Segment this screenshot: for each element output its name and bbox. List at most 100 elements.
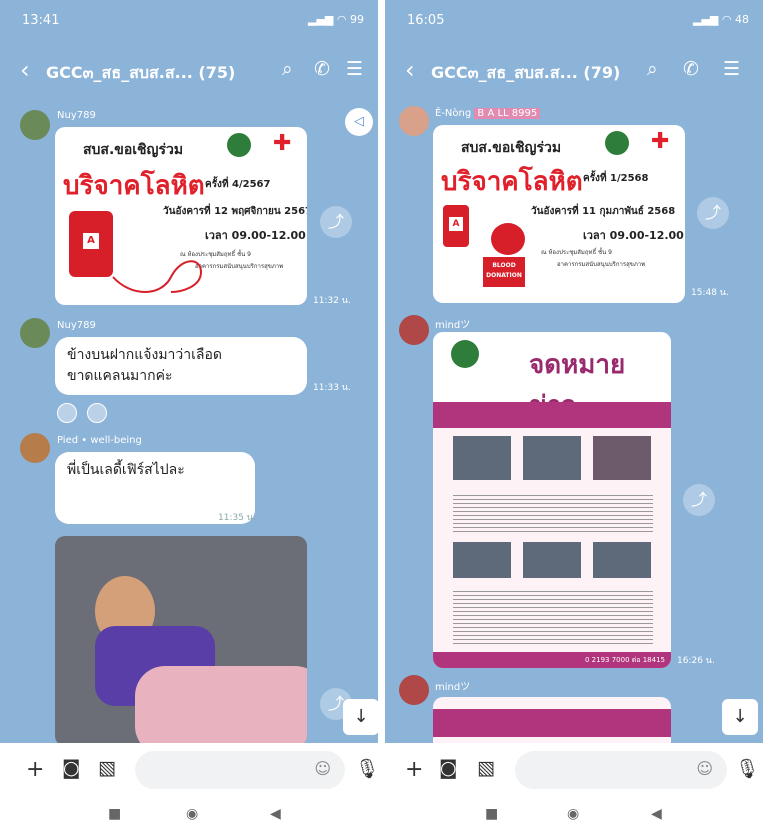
battery-level: 48 [735,13,749,26]
search-icon[interactable]: ⌕ [282,58,293,80]
timestamp: 11:33 น. [313,383,351,393]
timestamp: 11:35 น. [218,513,256,523]
message-text: ขาดแคลนมากค่ะ [67,368,173,384]
newsletter-poster[interactable] [433,697,671,743]
ministry-logo-icon [605,131,629,155]
recents-icon[interactable]: ■ [108,806,121,822]
status-bar: 16:05 ▂▄▆ ◠ 48 [385,0,763,44]
mic-icon[interactable]: 🎙︎ [735,757,759,780]
menu-icon[interactable]: ☰ [723,58,740,80]
newsletter-photo [523,542,581,578]
search-icon[interactable]: ⌕ [647,58,658,80]
image-icon[interactable]: ▧ [477,757,495,779]
chat-title[interactable]: GCC๓_สธ_สบส.ส... (75) [46,61,235,86]
newsletter-phone: 0 2193 7000 ต่อ 18415 [584,656,665,664]
sender-name: Nuy789 [57,110,96,121]
blood-bag-icon: A [69,211,113,277]
poster-date: วันอังคารที่ 12 พฤศจิกายน 2567 [163,206,307,217]
sender-name: Ê-Nòng [435,108,472,119]
newsletter-banner [433,402,671,428]
back-icon[interactable]: ‹ [20,56,30,84]
reaction-smile-icon[interactable] [57,403,77,423]
heart-tube-icon [112,260,203,293]
scroll-down-button[interactable]: ↓ [722,699,758,735]
message-bubble[interactable]: ข้างบนฝากแจ้งมาว่าเลือด ขาดแคลนมากค่ะ [55,337,307,395]
blood-donation-poster[interactable]: สบส.ขอเชิญร่วม ✚ บริจาคโลหิต ครั้งที่ 4/… [55,127,307,305]
newsletter-banner [433,709,671,737]
poster-venue: ณ ห้องประชุมสัมฤทธิ์ ชั้น 9 [541,249,612,256]
ministry-logo-icon [227,133,251,157]
message-input[interactable]: ☺ [135,751,345,789]
timestamp: 11:32 น. [313,296,351,306]
share-icon[interactable]: ⤴ [320,206,352,238]
poster-headline: บริจาคโลหิต [63,171,205,201]
plus-icon[interactable]: + [26,757,44,782]
poster-building: อาคารกรมสนับสนุนบริการสุขภาพ [557,261,646,268]
plus-icon[interactable]: + [405,757,423,782]
chat-body: Ê-Nòng B A LL 8995 สบส.ขอเชิญร่วม ✚ บริจ… [385,100,763,743]
avatar[interactable] [399,106,429,136]
add-reaction-icon[interactable] [87,403,107,423]
avatar[interactable] [399,675,429,705]
sender-badge: B A LL 8995 [474,108,541,119]
battery-level: 99 [350,13,364,26]
android-nav-bar: ■ ◉ ◀ [0,798,378,832]
share-icon[interactable]: ⤴ [683,484,715,516]
home-icon[interactable]: ◉ [567,806,579,822]
newsletter-text-block [453,588,653,644]
newsletter-poster[interactable]: จดหมายข่าว 0 2193 7000 ต่อ 18415 [433,332,671,668]
blood-type: A [83,233,99,249]
camera-icon[interactable]: ◙ [62,757,80,779]
emoji-icon[interactable]: ☺ [696,759,713,778]
signal-wifi-battery-icon: ▂▄▆ ◠ 99 [308,13,364,26]
android-nav-bar: ■ ◉ ◀ [385,798,763,832]
camera-icon[interactable]: ◙ [439,757,457,779]
avatar[interactable] [20,433,50,463]
share-icon[interactable]: ⤴ [697,197,729,229]
newsletter-text-block [453,492,653,532]
scroll-down-button[interactable]: ↓ [343,699,378,735]
phone-icon[interactable]: ✆ [314,58,330,80]
poster-time: เวลา 09.00-12.00 น. [205,229,307,242]
back-nav-icon[interactable]: ◀ [270,806,281,822]
message-input[interactable]: ☺ [515,751,727,789]
emoji-icon[interactable]: ☺ [314,759,331,778]
phone-icon[interactable]: ✆ [683,58,699,80]
newsletter-photo [453,542,511,578]
chat-header: ‹ GCC๓_สธ_สบส.ส... (75) ⌕ ✆ ☰ [0,44,378,100]
blood-type: A [449,217,463,231]
newsletter-photo [593,542,651,578]
image-icon[interactable]: ▧ [98,757,116,779]
chat-header: ‹ GCC๓_สธ_สบส.ส... (79) ⌕ ✆ ☰ [385,44,763,100]
blood-donation-tag: BLOOD DONATION [483,257,525,287]
recents-icon[interactable]: ■ [485,806,498,822]
ministry-logo-icon [451,340,479,368]
blood-donation-poster[interactable]: สบส.ขอเชิญร่วม ✚ บริจาคโลหิต ครั้งที่ 1/… [433,125,685,303]
sender-name: Pied [57,435,79,446]
message-text: ข้างบนฝากแจ้งมาว่าเลือด [67,347,223,363]
red-cross-icon: ✚ [651,129,670,154]
heart-icon [491,223,525,255]
sender-name: Nuy789 [57,320,96,331]
poster-headline: บริจาคโลหิต [441,167,583,197]
chat-title[interactable]: GCC๓_สธ_สบส.ส... (79) [431,61,620,86]
back-nav-icon[interactable]: ◀ [651,806,662,822]
menu-icon[interactable]: ☰ [346,58,363,80]
avatar[interactable] [20,110,50,140]
poster-invite: สบส.ขอเชิญร่วม [461,140,562,156]
announcement-icon[interactable]: ◁ [345,108,373,136]
status-time: 16:05 [407,13,445,28]
avatar[interactable] [399,315,429,345]
mic-icon[interactable]: 🎙︎ [355,757,378,780]
right-screen: 16:05 ▂▄▆ ◠ 48 ‹ GCC๓_สธ_สบส.ส... (79) ⌕… [385,0,763,832]
back-icon[interactable]: ‹ [405,56,415,84]
poster-round: ครั้งที่ 1/2568 [583,173,649,184]
sender-name: mindツ [435,682,471,693]
timestamp: 15:48 น. [691,288,729,298]
blood-bag-icon: A [443,205,469,247]
avatar[interactable] [20,318,50,348]
newsletter-footer: 0 2193 7000 ต่อ 18415 [433,652,671,668]
donor-photo[interactable] [55,536,307,743]
sender-status: well-being [90,435,142,446]
home-icon[interactable]: ◉ [186,806,198,822]
